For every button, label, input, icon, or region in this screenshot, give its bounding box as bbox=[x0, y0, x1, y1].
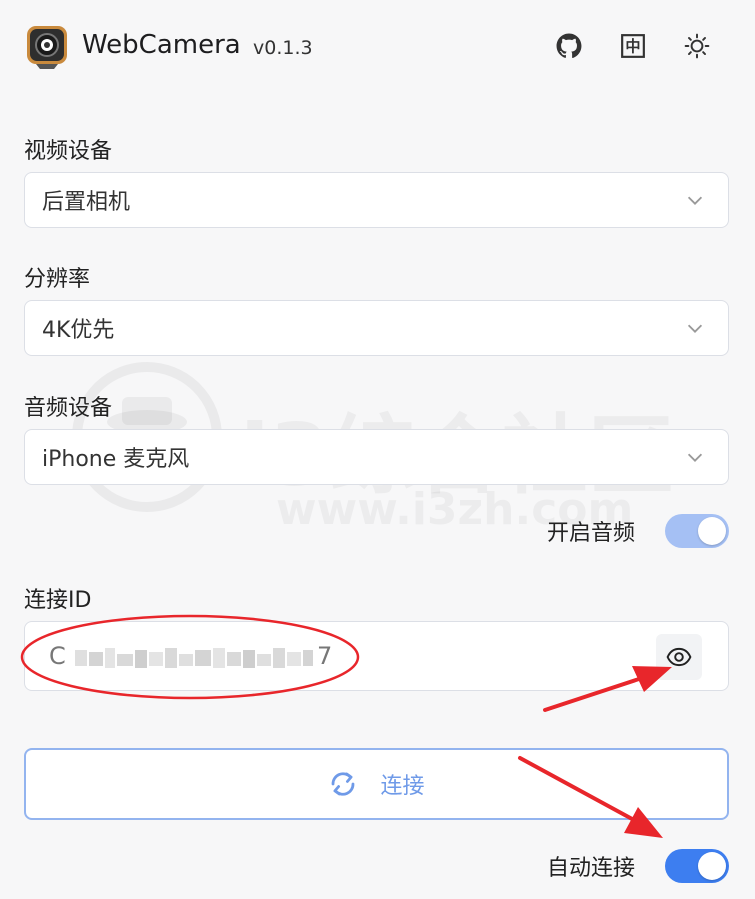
chevron-down-icon bbox=[687, 453, 703, 462]
language-button[interactable]: 中 bbox=[615, 28, 651, 64]
auto-connect-switch[interactable] bbox=[665, 849, 729, 883]
app-window: i3综合社区 www.i3zh.com WebCamera v0.1.3 中 bbox=[0, 0, 755, 899]
connection-id-input[interactable]: C 7 bbox=[24, 621, 729, 691]
github-icon bbox=[556, 33, 582, 58]
connection-id-end: 7 bbox=[317, 642, 333, 670]
resolution-value: 4K优先 bbox=[42, 318, 115, 343]
connect-button-label: 连接 bbox=[380, 774, 425, 799]
connection-id-start: C bbox=[49, 642, 66, 670]
connection-id-label: 连接ID bbox=[24, 588, 92, 613]
resolution-select[interactable]: 4K优先 bbox=[24, 300, 729, 356]
audio-toggle-switch[interactable] bbox=[665, 514, 729, 548]
eye-icon bbox=[666, 647, 692, 667]
audio-toggle-row: 开启音频 bbox=[547, 514, 729, 548]
theme-button[interactable] bbox=[679, 28, 715, 64]
github-button[interactable] bbox=[551, 28, 587, 64]
chevron-down-icon bbox=[687, 196, 703, 205]
chevron-down-icon bbox=[687, 324, 703, 333]
resolution-label: 分辨率 bbox=[24, 267, 91, 292]
auto-connect-row: 自动连接 bbox=[547, 849, 729, 883]
auto-connect-label: 自动连接 bbox=[546, 856, 635, 881]
audio-toggle-label: 开启音频 bbox=[546, 521, 635, 546]
switch-knob bbox=[698, 852, 726, 880]
audio-device-value: iPhone 麦克风 bbox=[42, 447, 190, 472]
connect-button[interactable]: 连接 bbox=[24, 748, 729, 820]
audio-device-select[interactable]: iPhone 麦克风 bbox=[24, 429, 729, 485]
app-logo-icon bbox=[27, 26, 67, 69]
sun-icon bbox=[684, 33, 710, 59]
app-version: v0.1.3 bbox=[253, 37, 313, 59]
pixelated-mask bbox=[75, 648, 313, 668]
language-icon: 中 bbox=[621, 34, 645, 58]
video-device-label: 视频设备 bbox=[24, 139, 113, 164]
audio-device-label: 音频设备 bbox=[24, 396, 113, 421]
app-title: WebCamera bbox=[82, 30, 241, 60]
switch-knob bbox=[698, 517, 726, 545]
refresh-icon bbox=[332, 772, 355, 796]
video-device-select[interactable]: 后置相机 bbox=[24, 172, 729, 228]
video-device-value: 后置相机 bbox=[42, 190, 131, 215]
toggle-visibility-button[interactable] bbox=[656, 634, 702, 680]
language-icon-text: 中 bbox=[625, 37, 640, 55]
